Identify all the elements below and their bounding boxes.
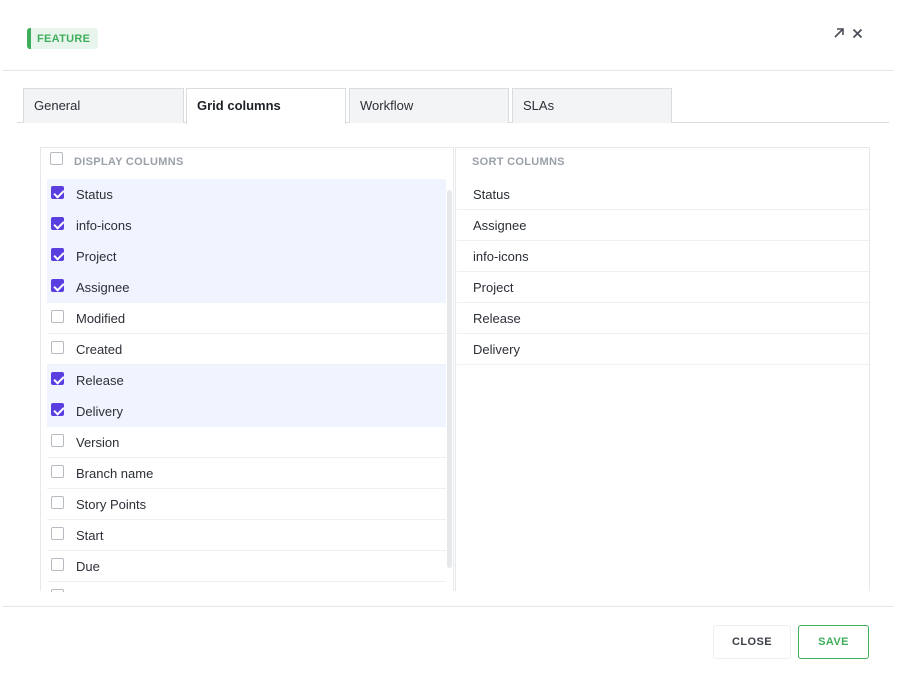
type-badge: FEATURE	[27, 28, 99, 49]
display-column-row[interactable]: Branch name	[47, 458, 446, 489]
column-checkbox[interactable]	[51, 434, 64, 447]
select-all-checkbox[interactable]	[50, 152, 63, 165]
display-column-row[interactable]: Version	[47, 427, 446, 458]
column-label: Version	[76, 435, 120, 450]
column-label: Modified	[76, 311, 126, 326]
display-columns-panel: DISPLAY COLUMNS Status info-icons Project A…	[40, 147, 454, 592]
column-checkbox[interactable]	[51, 558, 64, 571]
save-button[interactable]: SAVE	[798, 625, 869, 659]
sort-column-row[interactable]: Release	[457, 303, 869, 334]
tab-general[interactable]: General	[23, 88, 184, 123]
display-column-row[interactable]: Created	[47, 334, 446, 365]
sort-column-row[interactable]: Status	[457, 179, 869, 210]
column-label: Start	[76, 528, 104, 543]
column-settings-modal: FEATURE General Grid columns Workflow SL…	[3, 0, 894, 679]
display-columns-list: Status info-icons Project Assignee Modified C…	[47, 179, 446, 592]
display-column-row[interactable]	[47, 582, 446, 592]
sort-columns-title: SORT COLUMNS	[472, 156, 565, 168]
column-label: Assignee	[76, 280, 130, 295]
close-icon[interactable]	[850, 24, 864, 42]
column-checkbox[interactable]	[51, 496, 64, 509]
sort-column-row[interactable]: Project	[457, 272, 869, 303]
sort-column-label: Delivery	[473, 342, 520, 357]
display-column-row[interactable]: Modified	[47, 303, 446, 334]
modal-header: FEATURE	[3, 0, 894, 71]
column-checkbox[interactable]	[51, 186, 64, 199]
column-label: Branch name	[76, 466, 154, 481]
sort-column-row[interactable]: info-icons	[457, 241, 869, 272]
type-badge-label: FEATURE	[37, 32, 91, 45]
display-column-row[interactable]: Assignee	[47, 272, 446, 303]
display-column-row[interactable]: Status	[47, 179, 446, 210]
display-column-row[interactable]: Due	[47, 551, 446, 582]
column-label: Story Points	[76, 497, 147, 512]
expand-arrow-icon[interactable]	[832, 24, 846, 42]
column-label: Project	[76, 249, 117, 264]
close-button[interactable]: CLOSE	[713, 625, 791, 659]
display-column-row[interactable]: info-icons	[47, 210, 446, 241]
column-label: Status	[76, 187, 113, 202]
sort-columns-panel: SORT COLUMNS Status Assignee info-icons Pro…	[455, 147, 870, 591]
display-column-row[interactable]: Delivery	[47, 396, 446, 427]
column-label: Created	[76, 342, 123, 357]
column-checkbox[interactable]	[51, 341, 64, 354]
tab-bar: General Grid columns Workflow SLAs	[17, 88, 889, 124]
column-label: Delivery	[76, 404, 123, 419]
column-label: Due	[76, 559, 100, 574]
header-actions	[832, 24, 864, 42]
column-checkbox[interactable]	[51, 403, 64, 416]
display-column-row[interactable]: Start	[47, 520, 446, 551]
sort-columns-list: Status Assignee info-icons Project Release De…	[457, 179, 869, 365]
column-checkbox[interactable]	[51, 217, 64, 230]
tab-workflow[interactable]: Workflow	[349, 88, 509, 123]
display-column-row[interactable]: Project	[47, 241, 446, 272]
sort-column-label: Release	[473, 311, 521, 326]
column-label: Release	[76, 373, 124, 388]
scrollbar[interactable]	[447, 190, 452, 568]
sort-column-row[interactable]: Assignee	[457, 210, 869, 241]
column-checkbox[interactable]	[51, 310, 64, 323]
display-columns-header: DISPLAY COLUMNS	[41, 148, 453, 176]
sort-column-label: Project	[473, 280, 514, 295]
sort-column-label: Status	[473, 187, 510, 202]
sort-column-row[interactable]: Delivery	[457, 334, 869, 365]
tab-grid-columns[interactable]: Grid columns	[186, 88, 346, 124]
sort-column-label: info-icons	[473, 249, 529, 264]
tab-slas[interactable]: SLAs	[512, 88, 672, 123]
sort-column-label: Assignee	[473, 218, 527, 233]
column-checkbox[interactable]	[51, 589, 64, 592]
column-checkbox[interactable]	[51, 372, 64, 385]
display-columns-title: DISPLAY COLUMNS	[74, 156, 184, 168]
display-column-row[interactable]: Story Points	[47, 489, 446, 520]
column-checkbox[interactable]	[51, 465, 64, 478]
column-label: info-icons	[76, 218, 132, 233]
column-checkbox[interactable]	[51, 527, 64, 540]
modal-footer: CLOSE SAVE	[3, 606, 894, 679]
display-column-row[interactable]: Release	[47, 365, 446, 396]
sort-columns-header: SORT COLUMNS	[456, 148, 869, 176]
column-checkbox[interactable]	[51, 279, 64, 292]
column-checkbox[interactable]	[51, 248, 64, 261]
